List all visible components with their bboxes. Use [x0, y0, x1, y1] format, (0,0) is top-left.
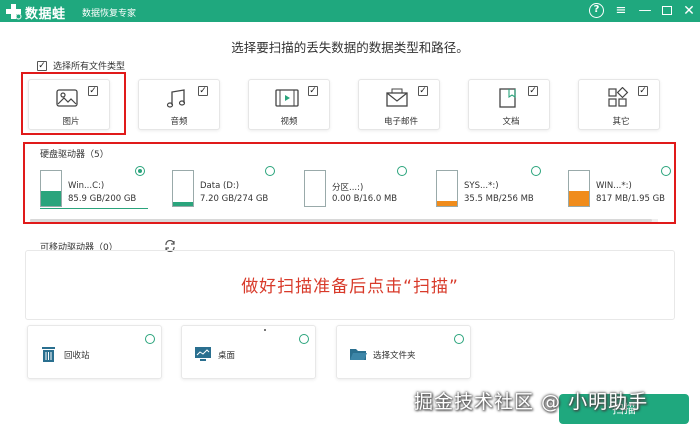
location-label: 回收站	[64, 351, 90, 361]
folder-icon	[350, 349, 367, 360]
select-all-label: 选择所有文件类型	[53, 62, 126, 72]
file-type-label: 电子邮件	[383, 117, 418, 127]
drive-radio[interactable]	[661, 166, 671, 176]
drive-size: 0.00 B/16.0 MB	[332, 194, 398, 204]
scrollbar-thumb[interactable]	[30, 219, 652, 222]
drive-icon	[40, 170, 62, 207]
drive-size: 85.9 GB/200 GB	[68, 194, 137, 204]
drive-usage-fill	[437, 201, 457, 206]
image-type-checkbox[interactable]: ✓	[88, 86, 98, 96]
drive-radio[interactable]	[265, 166, 275, 176]
drive-radio[interactable]	[397, 166, 407, 176]
app-subtitle: 数据恢复专家	[82, 9, 137, 19]
drive-usage-fill	[569, 191, 589, 206]
video-icon	[275, 89, 299, 107]
page-headline: 选择要扫描的丢失数据的数据类型和路径。	[231, 40, 469, 55]
file-type-card-document[interactable]: ✓ 文档	[468, 79, 550, 130]
selected-drive-underline	[40, 208, 148, 209]
location-radio[interactable]	[299, 334, 309, 344]
file-type-card-email[interactable]: ✓ 电子邮件	[358, 79, 440, 130]
drive-radio[interactable]	[531, 166, 541, 176]
file-type-card-video[interactable]: ✓ 视频	[248, 79, 330, 130]
drive-radio[interactable]	[135, 166, 145, 176]
other-type-checkbox[interactable]: ✓	[638, 86, 648, 96]
stray-dot	[264, 329, 266, 331]
title-bar: 数据蛙 数据恢复专家 ? ≡ — ✕	[0, 0, 700, 22]
file-type-label: 视频	[280, 117, 298, 127]
logo-icon	[6, 4, 22, 20]
file-type-label: 图片	[62, 117, 80, 127]
desktop-icon	[195, 347, 211, 361]
select-all-checkbox[interactable]: ✓ 选择所有文件类型	[37, 59, 125, 72]
drive-size: 35.5 MB/256 MB	[464, 194, 534, 204]
location-label: 桌面	[218, 351, 236, 361]
email-icon	[386, 88, 408, 107]
select-all-check-icon: ✓	[37, 60, 47, 71]
file-type-card-audio[interactable]: ✓ 音频	[138, 79, 220, 130]
location-radio[interactable]	[454, 334, 464, 344]
file-type-label: 音频	[170, 117, 188, 127]
image-icon	[56, 89, 78, 107]
drive-icon	[436, 170, 458, 207]
drive-name: Data (D:)	[200, 181, 240, 191]
file-type-label: 文档	[502, 117, 520, 127]
email-type-checkbox[interactable]: ✓	[418, 86, 428, 96]
minimize-button[interactable]: —	[636, 2, 654, 20]
music-icon	[166, 89, 186, 108]
recycle-bin-icon	[42, 347, 55, 362]
drive-name: Win...C:)	[68, 181, 105, 191]
drive-name: WIN...*:)	[596, 181, 632, 191]
hard-drives-label: 硬盘驱动器（5）	[40, 150, 109, 160]
maximize-icon	[662, 6, 672, 15]
location-label: 选择文件夹	[373, 351, 416, 361]
document-type-checkbox[interactable]: ✓	[528, 86, 538, 96]
file-type-card-image[interactable]: ✓ 图片	[28, 79, 110, 130]
help-button[interactable]: ?	[589, 3, 604, 18]
drive-usage-fill	[173, 201, 193, 206]
drive-icon	[172, 170, 194, 207]
file-type-label: 其它	[612, 117, 630, 127]
location-card-recycle-bin[interactable]: 回收站	[27, 325, 162, 379]
location-card-folder[interactable]: 选择文件夹	[336, 325, 471, 379]
other-icon	[608, 87, 629, 107]
drive-usage-fill	[41, 190, 61, 206]
menu-button[interactable]: ≡	[612, 2, 630, 20]
drive-list-scrollbar[interactable]	[30, 219, 658, 222]
app-name: 数据蛙	[25, 7, 66, 22]
document-icon	[499, 88, 516, 108]
drive-name: SYS...*:)	[464, 181, 499, 191]
drive-icon	[568, 170, 590, 207]
audio-type-checkbox[interactable]: ✓	[198, 86, 208, 96]
close-button[interactable]: ✕	[680, 2, 698, 20]
drive-icon	[304, 170, 326, 207]
drive-name: 分区...:)	[332, 183, 364, 193]
location-radio[interactable]	[145, 334, 155, 344]
location-card-desktop[interactable]: 桌面	[181, 325, 316, 379]
drive-size: 7.20 GB/274 GB	[200, 194, 269, 204]
file-type-card-other[interactable]: ✓ 其它	[578, 79, 660, 130]
watermark-text: 掘金技术社区 @ 小明助手	[414, 391, 649, 413]
drive-size: 817 MB/1.95 GB	[596, 194, 666, 204]
video-type-checkbox[interactable]: ✓	[308, 86, 318, 96]
scan-hint-text: 做好扫描准备后点击“扫描”	[241, 277, 459, 297]
maximize-button[interactable]	[658, 2, 676, 20]
